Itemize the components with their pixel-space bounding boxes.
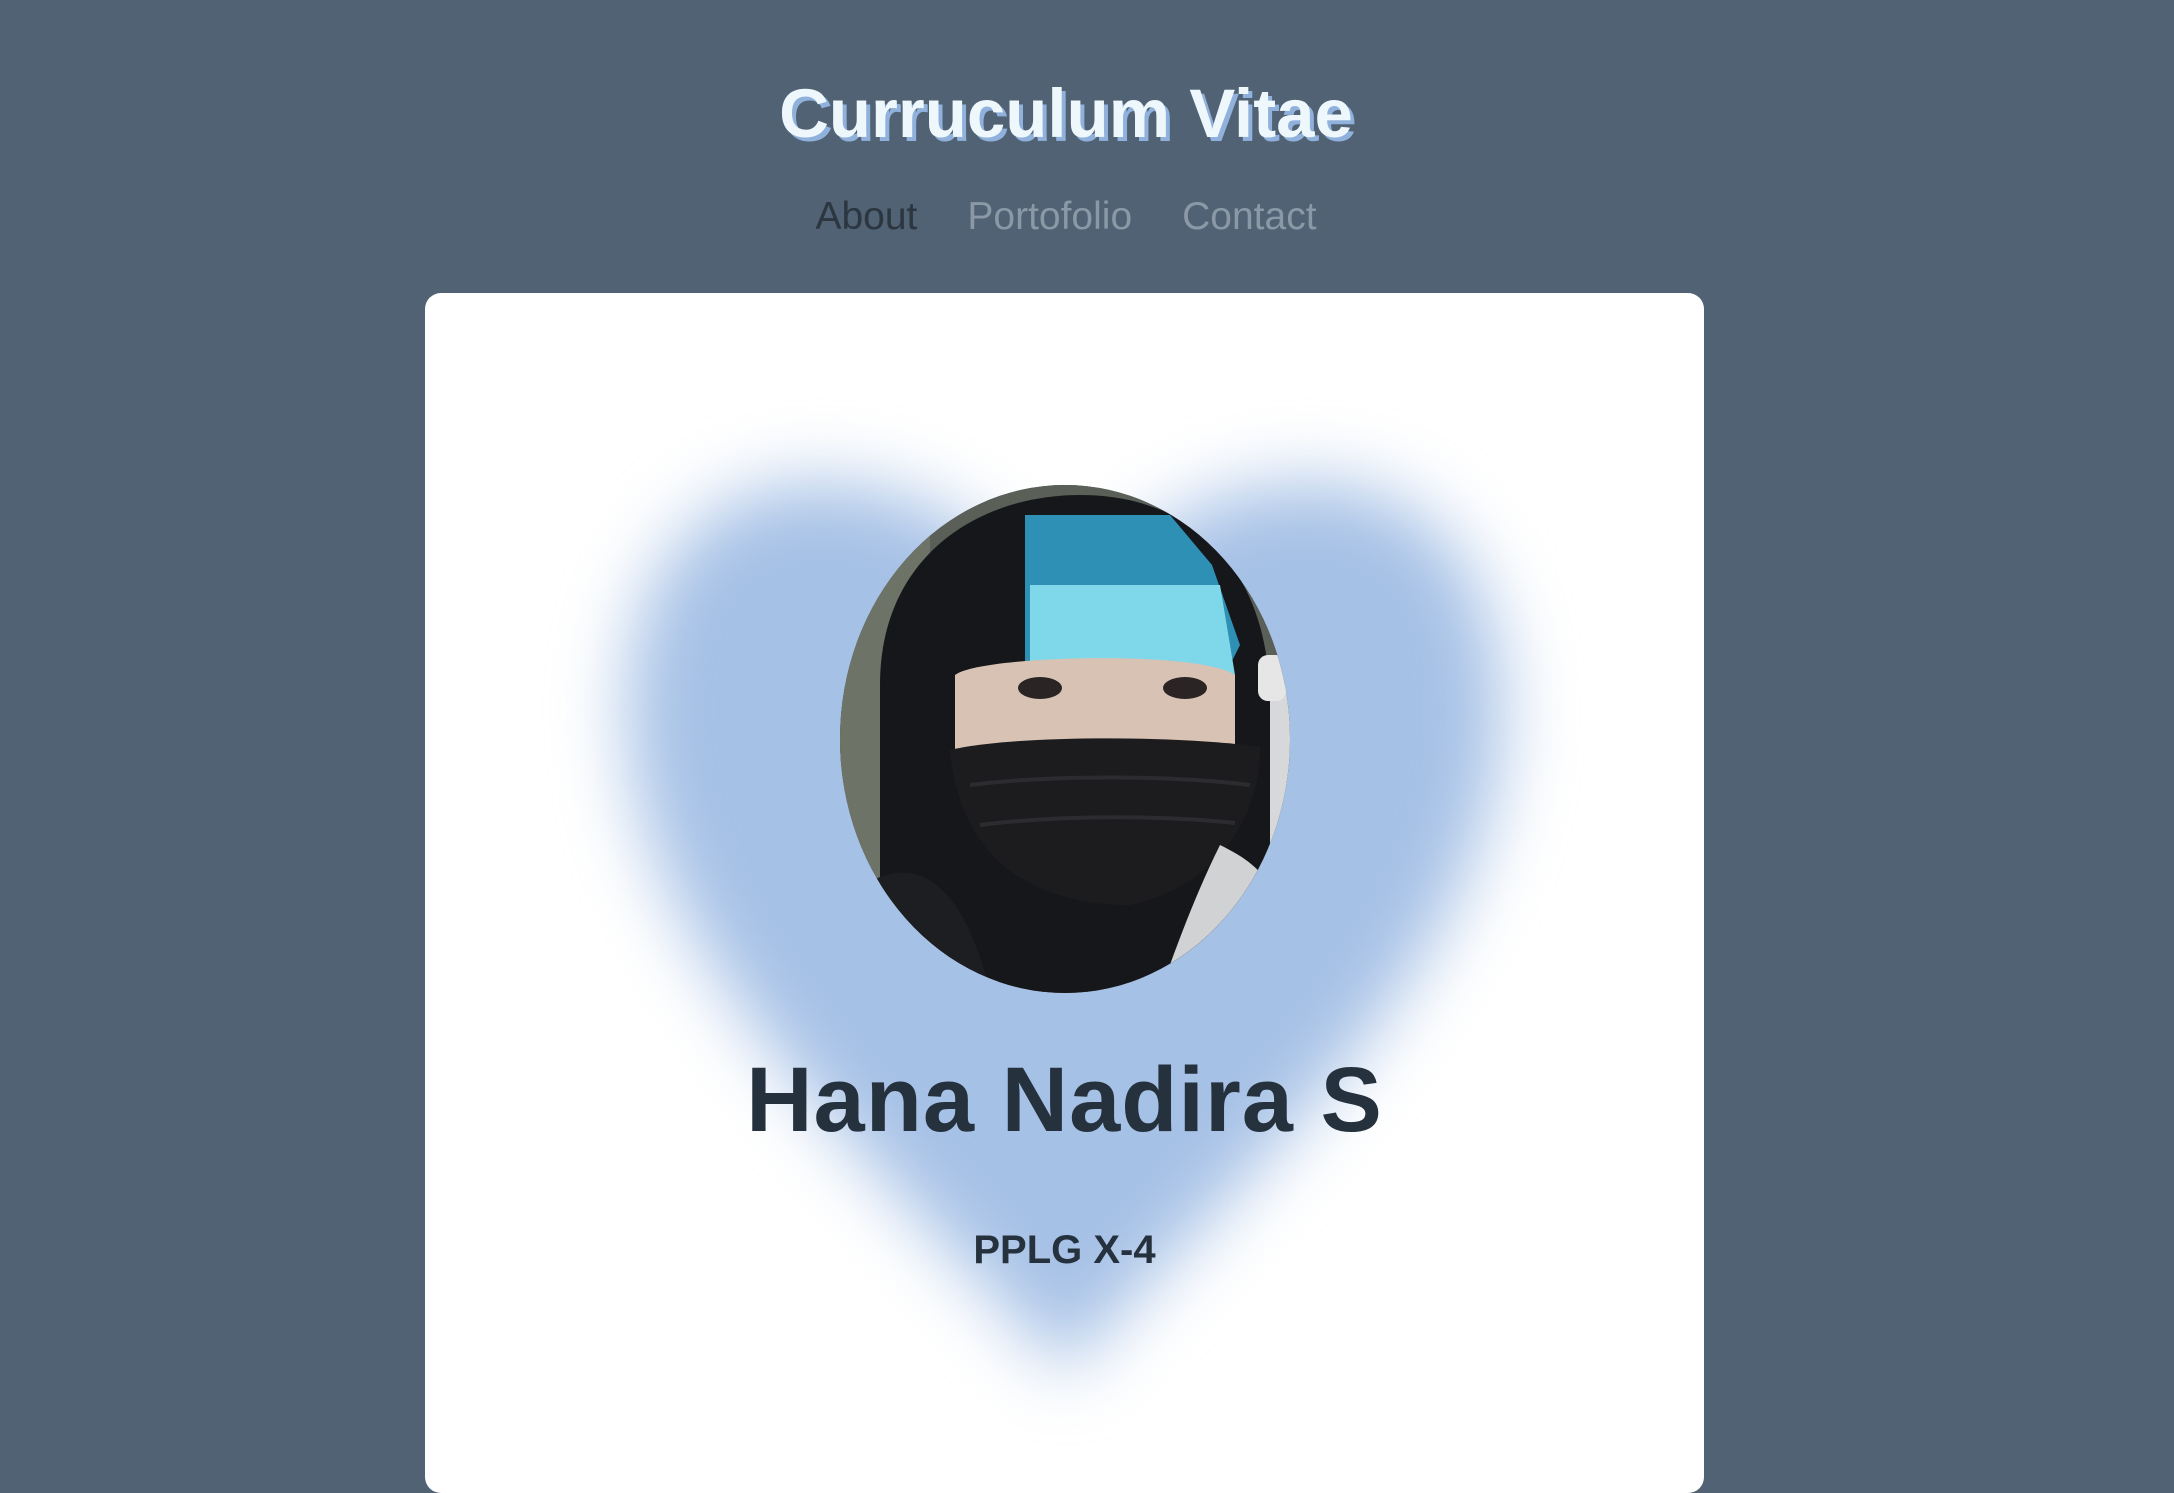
site-title: Curruculum Vitae <box>779 75 1353 152</box>
nav-item-portofolio[interactable]: Portofolio <box>967 192 1132 242</box>
profile-name: Hana Nadira S <box>746 1049 1383 1151</box>
profile-photo <box>840 485 1290 993</box>
profile-photo-icon <box>840 485 1290 993</box>
profile-card: Hana Nadira S PPLG X-4 <box>425 293 1704 1493</box>
nav-item-about[interactable]: About <box>815 192 917 242</box>
main-nav: About Portofolio Contact <box>0 192 2132 242</box>
profile-class: PPLG X-4 <box>973 1228 1156 1272</box>
nav-item-contact[interactable]: Contact <box>1182 192 1316 242</box>
